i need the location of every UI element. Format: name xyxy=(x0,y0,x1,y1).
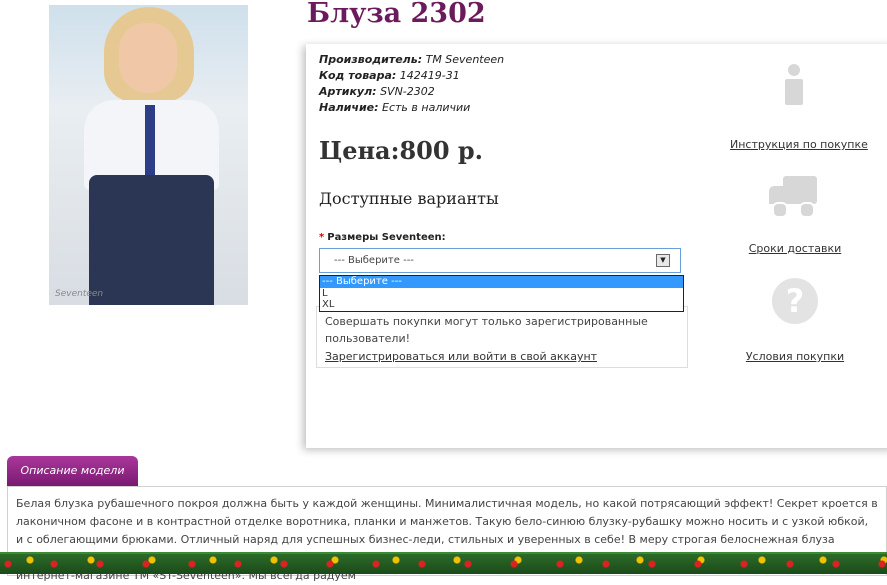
image-face xyxy=(119,23,177,93)
terms-link[interactable]: Условия покупки xyxy=(730,350,860,363)
instruction-link[interactable]: Инструкция по покупке xyxy=(730,138,868,151)
spec-value: TM Seventeen xyxy=(425,53,505,66)
product-specs: Производитель: TM Seventeen Код товара: … xyxy=(319,52,504,116)
spec-label: Производитель: xyxy=(319,53,423,66)
spec-availability: Наличие: Есть в наличии xyxy=(319,100,504,116)
size-dropdown-list[interactable]: --- Выберите --- L XL xyxy=(319,275,684,312)
chevron-down-icon[interactable]: ▼ xyxy=(656,254,670,267)
spec-label: Артикул: xyxy=(319,85,377,98)
notice-text: Совершать покупки могут только зарегистр… xyxy=(325,315,648,345)
spec-value: 142419-31 xyxy=(399,69,460,82)
info-icon xyxy=(783,64,807,110)
image-placket xyxy=(145,105,155,185)
tab-description[interactable]: Описание модели xyxy=(7,456,138,486)
size-label-text: Размеры Seventeen: xyxy=(327,232,446,243)
question-icon: ? xyxy=(772,278,818,324)
delivery-block[interactable]: Сроки доставки xyxy=(730,176,860,255)
terms-block[interactable]: ? Условия покупки xyxy=(730,278,860,363)
page-title: Блуза 2302 xyxy=(307,0,486,29)
spec-code: Код товара: 142419-31 xyxy=(319,68,504,84)
spec-article: Артикул: SVN-2302 xyxy=(319,84,504,100)
spec-manufacturer: Производитель: TM Seventeen xyxy=(319,52,504,68)
delivery-link[interactable]: Сроки доставки xyxy=(730,242,860,255)
login-notice: Совершать покупки могут только зарегистр… xyxy=(316,306,688,368)
image-watermark: Seventeen xyxy=(55,289,104,299)
spec-value: Есть в наличии xyxy=(382,101,471,114)
spec-value: SVN-2302 xyxy=(380,85,435,98)
instruction-block[interactable]: Инструкция по покупке xyxy=(730,64,868,151)
holiday-garland xyxy=(0,552,887,574)
spec-label: Наличие: xyxy=(319,101,379,114)
size-select[interactable]: --- Выберите --- ▼ xyxy=(319,248,681,273)
variants-heading: Доступные варианты xyxy=(319,189,499,208)
size-select-value: --- Выберите --- xyxy=(334,255,414,266)
truck-icon xyxy=(769,176,821,218)
login-link[interactable]: Зарегистрироваться или войти в свой акка… xyxy=(325,348,679,365)
size-option[interactable]: L xyxy=(320,288,683,300)
spec-label: Код товара: xyxy=(319,69,397,82)
size-option[interactable]: --- Выберите --- xyxy=(320,276,683,288)
size-option[interactable]: XL xyxy=(320,299,683,311)
product-panel: Производитель: TM Seventeen Код товара: … xyxy=(306,44,887,448)
size-label: * Размеры Seventeen: xyxy=(319,232,446,243)
image-skirt xyxy=(89,175,214,305)
price: Цена:800 р. xyxy=(319,136,484,165)
required-mark: * xyxy=(319,232,325,243)
product-image[interactable]: Seventeen xyxy=(49,5,248,305)
